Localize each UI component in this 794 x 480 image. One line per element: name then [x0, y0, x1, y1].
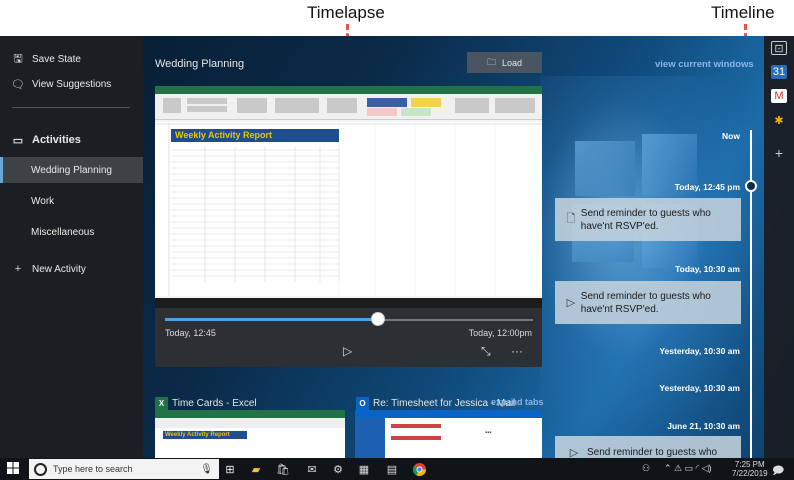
cortana-icon	[34, 462, 47, 476]
notification-icon[interactable]: 🗩	[772, 462, 784, 480]
timelapse-annotation: Timelapse	[307, 3, 385, 22]
sidebar-item-work[interactable]: Work	[0, 188, 143, 214]
timeline-card-text: Send reminder to guests who have'nt RSVP…	[580, 290, 711, 315]
timeline-current-marker[interactable]	[745, 180, 757, 192]
timeline-label: June 21, 10:30 am	[667, 421, 740, 431]
sheet-title: Weekly Activity Report	[171, 129, 339, 142]
timeline-card-text: Send reminder to guests who	[587, 447, 718, 458]
timelapse-slider-fill	[165, 318, 379, 321]
save-state-label: Save State	[32, 53, 81, 65]
document-icon: 🗋	[566, 213, 576, 225]
more-options-icon[interactable]: ···	[511, 344, 523, 358]
plus-icon: +	[14, 263, 22, 275]
sidebar-item-miscellaneous[interactable]: Miscellaneous	[0, 219, 143, 245]
timeline-label: Yesterday, 10:30 am	[659, 346, 740, 356]
ribbon-controls	[163, 98, 535, 116]
sidebar-item-label: Wedding Planning	[31, 164, 112, 176]
play-icon: ▷	[566, 297, 576, 309]
play-icon: ▷	[569, 447, 579, 458]
new-activity-label: New Activity	[32, 263, 86, 275]
annotation-band: Timelapse Timeline	[0, 0, 794, 36]
play-icon[interactable]: ▷	[343, 344, 352, 358]
settings-icon[interactable]: ⚙	[330, 461, 346, 477]
mail-thumbnail[interactable]: ▪▪▪	[355, 410, 542, 458]
search-placeholder: Type here to search	[53, 464, 133, 474]
clock[interactable]: 7:25 PM 7/22/2019	[732, 460, 768, 478]
right-app-strip: ⊡ 31 M ✱ +	[764, 36, 794, 458]
task-view-icon[interactable]: ⊡	[771, 41, 787, 55]
sidebar-item-label: Work	[31, 195, 55, 207]
view-suggestions-label: View Suggestions	[32, 78, 112, 90]
end-time: Today, 12:00pm	[468, 328, 532, 338]
timelapse-card[interactable]: Weekly Activity Report Today, 12:45 Toda…	[155, 86, 542, 367]
view-current-windows-link[interactable]: view current windows	[655, 59, 754, 70]
save-state-button[interactable]: 🖫 Save State	[0, 46, 143, 72]
collapse-icon[interactable]: ⤡	[481, 344, 491, 359]
calendar-icon[interactable]: ▦	[356, 461, 372, 477]
page-title: Wedding Planning	[155, 58, 245, 70]
timeline-activity-card[interactable]: ▷ Send reminder to guests who	[555, 436, 741, 458]
add-app-icon[interactable]: +	[771, 145, 787, 161]
timeline-label-now: Now	[722, 131, 740, 141]
app-label-excel[interactable]: X Time Cards - Excel	[155, 397, 257, 410]
spreadsheet: Weekly Activity Report	[155, 122, 542, 296]
load-button[interactable]: 🗀 Load	[467, 52, 542, 73]
timelapse-slider-thumb[interactable]	[371, 312, 386, 326]
excel-ribbon	[155, 86, 542, 120]
snapshot-thumbnail[interactable]: Weekly Activity Report	[155, 86, 542, 308]
outlook-icon: O	[356, 397, 369, 410]
activities-header: ▭ Activities	[0, 127, 143, 153]
activities-icon: ▭	[12, 134, 24, 147]
windows-start-icon[interactable]	[7, 462, 19, 474]
file-explorer-icon[interactable]: ▰	[248, 461, 264, 477]
people-icon[interactable]: ⚇	[642, 463, 650, 474]
microphone-icon[interactable]: 🎙	[200, 464, 213, 475]
start-time: Today, 12:45	[165, 328, 216, 338]
timeline-activity-card[interactable]: 🗋 Send reminder to guests who have'nt RS…	[555, 198, 741, 241]
chrome-icon[interactable]	[411, 461, 427, 477]
excel-thumbnail[interactable]: Weekly Activity Report	[155, 410, 345, 458]
expand-tabs-link[interactable]: expand tabs	[491, 397, 544, 407]
desktop: 🖫 Save State 🗨 View Suggestions ▭ Activi…	[0, 36, 794, 458]
timeline-label: Today, 12:45 pm	[674, 182, 740, 192]
sidebar-divider	[12, 107, 130, 108]
timeline-card-text: Send reminder to guests who have'nt RSVP…	[580, 207, 711, 232]
sidebar-item-label: Miscellaneous	[31, 226, 95, 238]
snapshot-taskbar	[155, 298, 542, 308]
mini-sheet-title: Weekly Activity Report	[163, 431, 247, 439]
activities-header-label: Activities	[32, 134, 81, 146]
excel-icon: X	[155, 397, 168, 410]
windows-taskbar: Type here to search 🎙 ⊞ ▰ 🛍 ✉ ⚙ ▦ ▤ ⚇ ⌃ …	[0, 458, 794, 480]
activity-sidebar: 🖫 Save State 🗨 View Suggestions ▭ Activi…	[0, 36, 143, 458]
folder-icon: 🗀	[486, 56, 496, 67]
task-view-icon[interactable]: ⊞	[222, 461, 238, 477]
store-icon[interactable]: 🛍	[275, 461, 291, 477]
timeline-label: Yesterday, 10:30 am	[659, 383, 740, 393]
timeline-annotation: Timeline	[711, 3, 775, 22]
new-activity-button[interactable]: + New Activity	[0, 256, 143, 282]
load-label: Load	[501, 57, 523, 68]
timeline-activity-card[interactable]: ▷ Send reminder to guests who have'nt RS…	[555, 281, 741, 324]
taskbar-search-box[interactable]: Type here to search 🎙	[29, 459, 219, 479]
clock-time: 7:25 PM	[734, 460, 765, 469]
gmail-icon[interactable]: M	[771, 89, 787, 103]
sidebar-item-wedding-planning[interactable]: Wedding Planning	[0, 157, 143, 183]
chat-icon: 🗨	[11, 78, 25, 91]
clock-date: 7/22/2019	[732, 469, 768, 478]
slack-icon[interactable]: ✱	[771, 113, 787, 127]
save-icon: 🖫	[13, 52, 23, 65]
timeline-label: Today, 10:30 am	[675, 264, 740, 274]
view-suggestions-button[interactable]: 🗨 View Suggestions	[0, 71, 143, 97]
calendar-app-icon[interactable]: 31	[771, 65, 787, 79]
calculator-icon[interactable]: ▤	[384, 461, 400, 477]
app-name: Time Cards - Excel	[172, 398, 257, 409]
tray-icons[interactable]: ⌃ ⚠ ▭ ◜ ◁)	[664, 463, 712, 474]
mail-icon[interactable]: ✉	[304, 461, 320, 477]
